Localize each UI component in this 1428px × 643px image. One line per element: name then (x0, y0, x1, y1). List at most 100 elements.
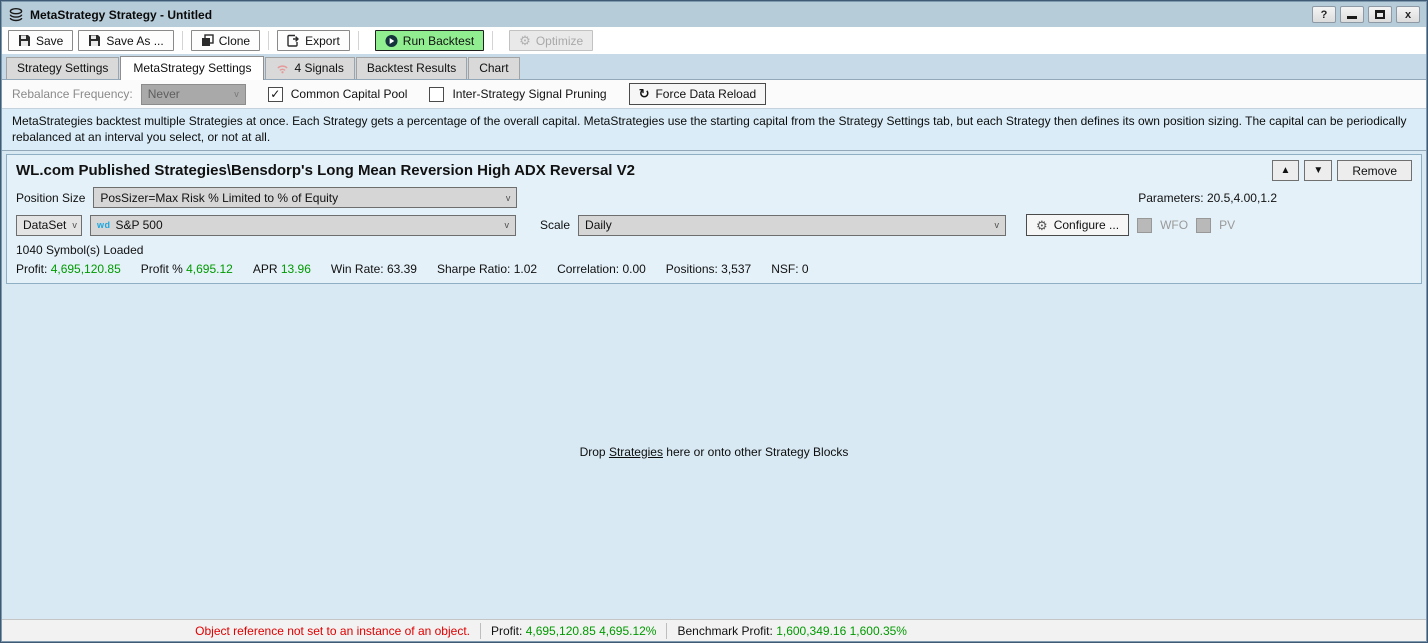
wealth-data-icon: wd (97, 220, 111, 230)
close-button[interactable]: x (1396, 6, 1420, 23)
tab-backtest-results[interactable]: Backtest Results (356, 57, 467, 79)
stat-profit-pct: Profit % 4,695.12 (141, 262, 233, 276)
signal-pruning-label: Inter-Strategy Signal Pruning (452, 87, 606, 101)
pv-checkbox (1196, 218, 1211, 233)
pv-label: PV (1219, 218, 1235, 232)
symbols-loaded-text: 1040 Symbol(s) Loaded (7, 239, 1421, 258)
tab-strategy-settings[interactable]: Strategy Settings (6, 57, 119, 79)
strategy-block[interactable]: WL.com Published Strategies\Bensdorp's L… (6, 154, 1422, 284)
toolbar-separator (358, 31, 359, 50)
tab-strip: Strategy Settings MetaStrategy Settings … (2, 54, 1426, 80)
export-label: Export (305, 34, 340, 48)
chevron-down-icon: v (499, 220, 510, 230)
position-size-row: Position Size PosSizer=Max Risk % Limite… (7, 184, 1421, 211)
dataset-select[interactable]: wd S&P 500 v (90, 215, 516, 236)
clone-label: Clone (219, 34, 250, 48)
optimize-button: ⚙ Optimize (509, 30, 593, 51)
stat-win-rate: Win Rate: 63.39 (331, 262, 417, 276)
chevron-down-icon: v (989, 220, 1000, 230)
stat-profit: Profit: 4,695,120.85 (16, 262, 121, 276)
common-capital-pool-checkbox[interactable]: ✓ (268, 87, 283, 102)
save-as-label: Save As ... (106, 34, 163, 48)
stat-nsf: NSF: 0 (771, 262, 808, 276)
reload-icon: ↻ (639, 86, 650, 102)
export-icon (287, 34, 300, 47)
rebalance-frequency-label: Rebalance Frequency: (12, 87, 133, 101)
settings-bar: Rebalance Frequency: Never v ✓ Common Ca… (2, 80, 1426, 109)
tab-label: MetaStrategy Settings (133, 61, 251, 75)
scale-value: Daily (585, 218, 612, 232)
dataset-value: S&P 500 (116, 218, 163, 232)
strategy-stats-row: Profit: 4,695,120.85 Profit % 4,695.12 A… (7, 258, 1421, 279)
save-as-button[interactable]: Save As ... (78, 30, 173, 51)
position-size-select[interactable]: PosSizer=Max Risk % Limited to % of Equi… (93, 187, 517, 208)
save-button[interactable]: Save (8, 30, 73, 51)
tab-label: Strategy Settings (17, 61, 108, 75)
force-data-reload-label: Force Data Reload (655, 87, 756, 101)
chevron-down-icon: v (66, 220, 77, 230)
help-button[interactable]: ? (1312, 6, 1336, 23)
position-size-label: Position Size (16, 191, 85, 205)
move-down-button[interactable]: ▼ (1304, 160, 1332, 181)
stat-sharpe: Sharpe Ratio: 1.02 (437, 262, 537, 276)
main-toolbar: Save Save As ... Clone Export (2, 27, 1426, 54)
run-backtest-button[interactable]: Run Backtest (375, 30, 484, 51)
status-bar: Object reference not set to an instance … (2, 619, 1426, 641)
position-size-value: PosSizer=Max Risk % Limited to % of Equi… (100, 191, 338, 205)
minimize-button[interactable] (1340, 6, 1364, 23)
scale-select[interactable]: Daily v (578, 215, 1006, 236)
chevron-down-icon: v (228, 89, 239, 99)
strategies-panel: WL.com Published Strategies\Bensdorp's L… (2, 151, 1426, 619)
strategy-title: WL.com Published Strategies\Bensdorp's L… (16, 162, 635, 179)
title-bar: MetaStrategy Strategy - Untitled ? x (2, 2, 1426, 27)
down-arrow-icon: ▼ (1313, 165, 1323, 176)
run-play-icon (385, 34, 398, 47)
save-as-icon (88, 34, 101, 47)
optimize-label: Optimize (536, 34, 583, 48)
dataset-row: DataSet v wd S&P 500 v Scale Daily v ⚙ C (7, 211, 1421, 239)
move-up-button[interactable]: ▲ (1272, 160, 1300, 181)
save-icon (18, 34, 31, 47)
stat-positions: Positions: 3,537 (666, 262, 751, 276)
wfo-label: WFO (1160, 218, 1188, 232)
status-profit: Profit: 4,695,120.85 4,695.12% (481, 624, 666, 638)
rebalance-frequency-value: Never (148, 87, 180, 101)
signal-pruning-checkbox[interactable] (429, 87, 444, 102)
minimize-icon (1347, 16, 1357, 19)
metastrategy-description: MetaStrategies backtest multiple Strateg… (2, 109, 1426, 151)
tab-label: 4 Signals (294, 61, 343, 75)
tab-signals[interactable]: 4 Signals (265, 57, 354, 79)
parameters-text: Parameters: 20.5,4.00,1.2 (1138, 191, 1277, 205)
scale-label: Scale (540, 218, 570, 232)
export-button[interactable]: Export (277, 30, 350, 51)
stat-correlation: Correlation: 0.00 (557, 262, 646, 276)
strategy-drop-zone[interactable]: Drop Strategies here or onto other Strat… (2, 284, 1426, 619)
stat-apr: APR 13.96 (253, 262, 311, 276)
configure-button[interactable]: ⚙ Configure ... (1026, 214, 1129, 236)
tab-chart[interactable]: Chart (468, 57, 519, 79)
dataset-menu-button[interactable]: DataSet v (16, 215, 82, 236)
app-window: MetaStrategy Strategy - Untitled ? x Sav… (0, 0, 1428, 643)
toolbar-separator (182, 31, 183, 50)
toolbar-separator (268, 31, 269, 50)
strategy-block-header: WL.com Published Strategies\Bensdorp's L… (7, 155, 1421, 184)
maximize-button[interactable] (1368, 6, 1392, 23)
force-data-reload-button[interactable]: ↻ Force Data Reload (629, 83, 767, 105)
toolbar-separator (492, 31, 493, 50)
signals-icon (276, 62, 289, 75)
tab-metastrategy-settings[interactable]: MetaStrategy Settings (120, 56, 264, 80)
strategies-link[interactable]: Strategies (609, 445, 663, 459)
run-backtest-label: Run Backtest (403, 34, 474, 48)
window-title: MetaStrategy Strategy - Untitled (30, 8, 212, 22)
maximize-icon (1375, 10, 1385, 19)
app-layers-icon (8, 7, 24, 23)
tab-label: Backtest Results (367, 61, 456, 75)
configure-gear-icon: ⚙ (1036, 219, 1048, 232)
up-arrow-icon: ▲ (1281, 165, 1291, 176)
clone-icon (201, 34, 214, 47)
clone-button[interactable]: Clone (191, 30, 260, 51)
wfo-checkbox (1137, 218, 1152, 233)
status-error-text: Object reference not set to an instance … (2, 624, 480, 638)
remove-button[interactable]: Remove (1337, 160, 1412, 181)
rebalance-frequency-select: Never v (141, 84, 246, 105)
